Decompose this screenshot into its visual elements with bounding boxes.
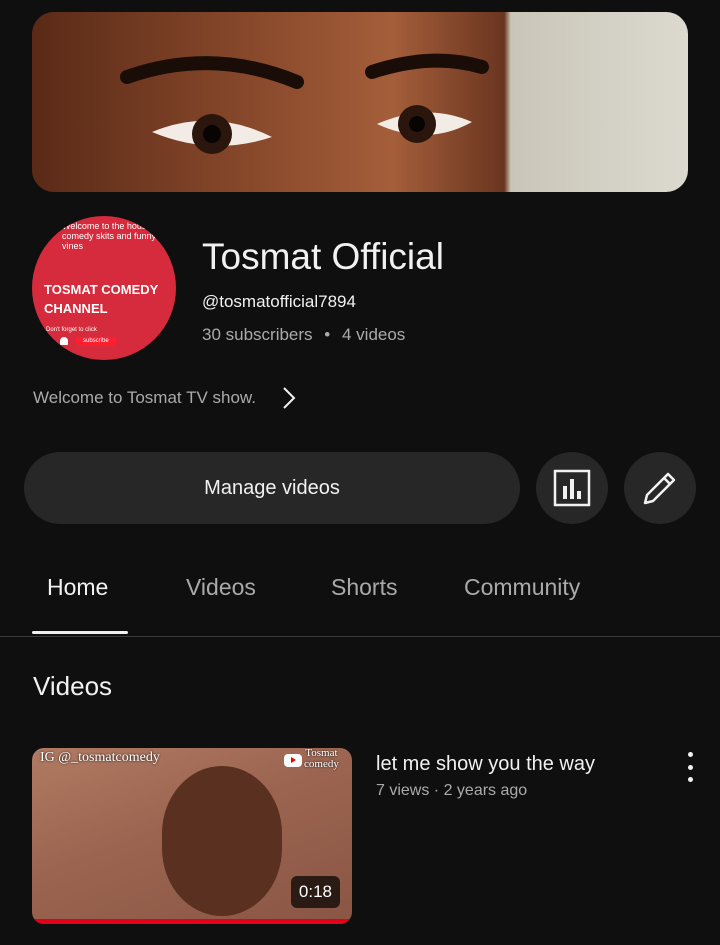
video-title[interactable]: let me show you the way	[376, 753, 595, 776]
edit-channel-button[interactable]	[624, 452, 696, 524]
tab-shorts[interactable]: Shorts	[331, 574, 397, 601]
avatar-big-line2: CHANNEL	[44, 301, 108, 316]
video-duration: 0:18	[290, 876, 340, 908]
avatar-small-text: Welcome to the house of comedy skits and…	[62, 221, 162, 251]
banner-eyes-image	[120, 53, 489, 154]
more-options-icon[interactable]	[680, 752, 700, 782]
tab-community[interactable]: Community	[464, 574, 580, 601]
manage-videos-label: Manage videos	[204, 476, 340, 499]
video-count: 4 videos	[341, 325, 406, 344]
pencil-icon	[643, 472, 676, 505]
avatar-subscribe-pill: subscribe	[75, 337, 117, 345]
manage-videos-button[interactable]: Manage videos	[24, 452, 520, 524]
stats-separator: •	[324, 325, 331, 344]
video-thumbnail[interactable]: IG @_tosmatcomedy Tosmat comedy 0:18	[32, 748, 352, 924]
channel-tabs: Home Videos Shorts Community	[0, 560, 720, 637]
watch-progress-bar	[32, 919, 352, 924]
channel-avatar[interactable]: Welcome to the house of comedy skits and…	[32, 216, 176, 360]
active-tab-indicator	[32, 631, 128, 634]
channel-description: Welcome to Tosmat TV show.	[33, 388, 256, 407]
section-title-videos: Videos	[33, 671, 113, 701]
subscriber-count: 30 subscribers	[202, 325, 313, 344]
thumbnail-ig-text: IG @_tosmatcomedy	[40, 750, 160, 765]
avatar-bottom-text: Don't forget to click	[46, 327, 97, 333]
channel-title: Tosmat Official	[202, 236, 444, 277]
thumbnail-face-image	[162, 766, 282, 916]
analytics-icon	[553, 469, 591, 507]
channel-description-link[interactable]: Welcome to Tosmat TV show.	[33, 386, 300, 410]
analytics-button[interactable]	[536, 452, 608, 524]
tab-home[interactable]: Home	[47, 574, 108, 601]
thumbnail-brand-text: Tosmat comedy	[304, 748, 339, 770]
video-meta: 7 views · 2 years ago	[376, 782, 528, 799]
chevron-right-icon	[283, 387, 296, 409]
avatar-big-text: TOSMAT COMEDY CHANNEL	[44, 280, 158, 318]
bell-icon	[60, 337, 68, 345]
youtube-logo-icon	[284, 754, 302, 767]
channel-stats: 30 subscribers • 4 videos	[202, 325, 405, 345]
tab-videos[interactable]: Videos	[186, 574, 256, 601]
channel-banner	[32, 12, 688, 192]
channel-handle: @tosmatofficial7894	[202, 292, 356, 311]
avatar-big-line1: TOSMAT COMEDY	[44, 282, 159, 297]
brand-line2: comedy	[304, 758, 339, 770]
